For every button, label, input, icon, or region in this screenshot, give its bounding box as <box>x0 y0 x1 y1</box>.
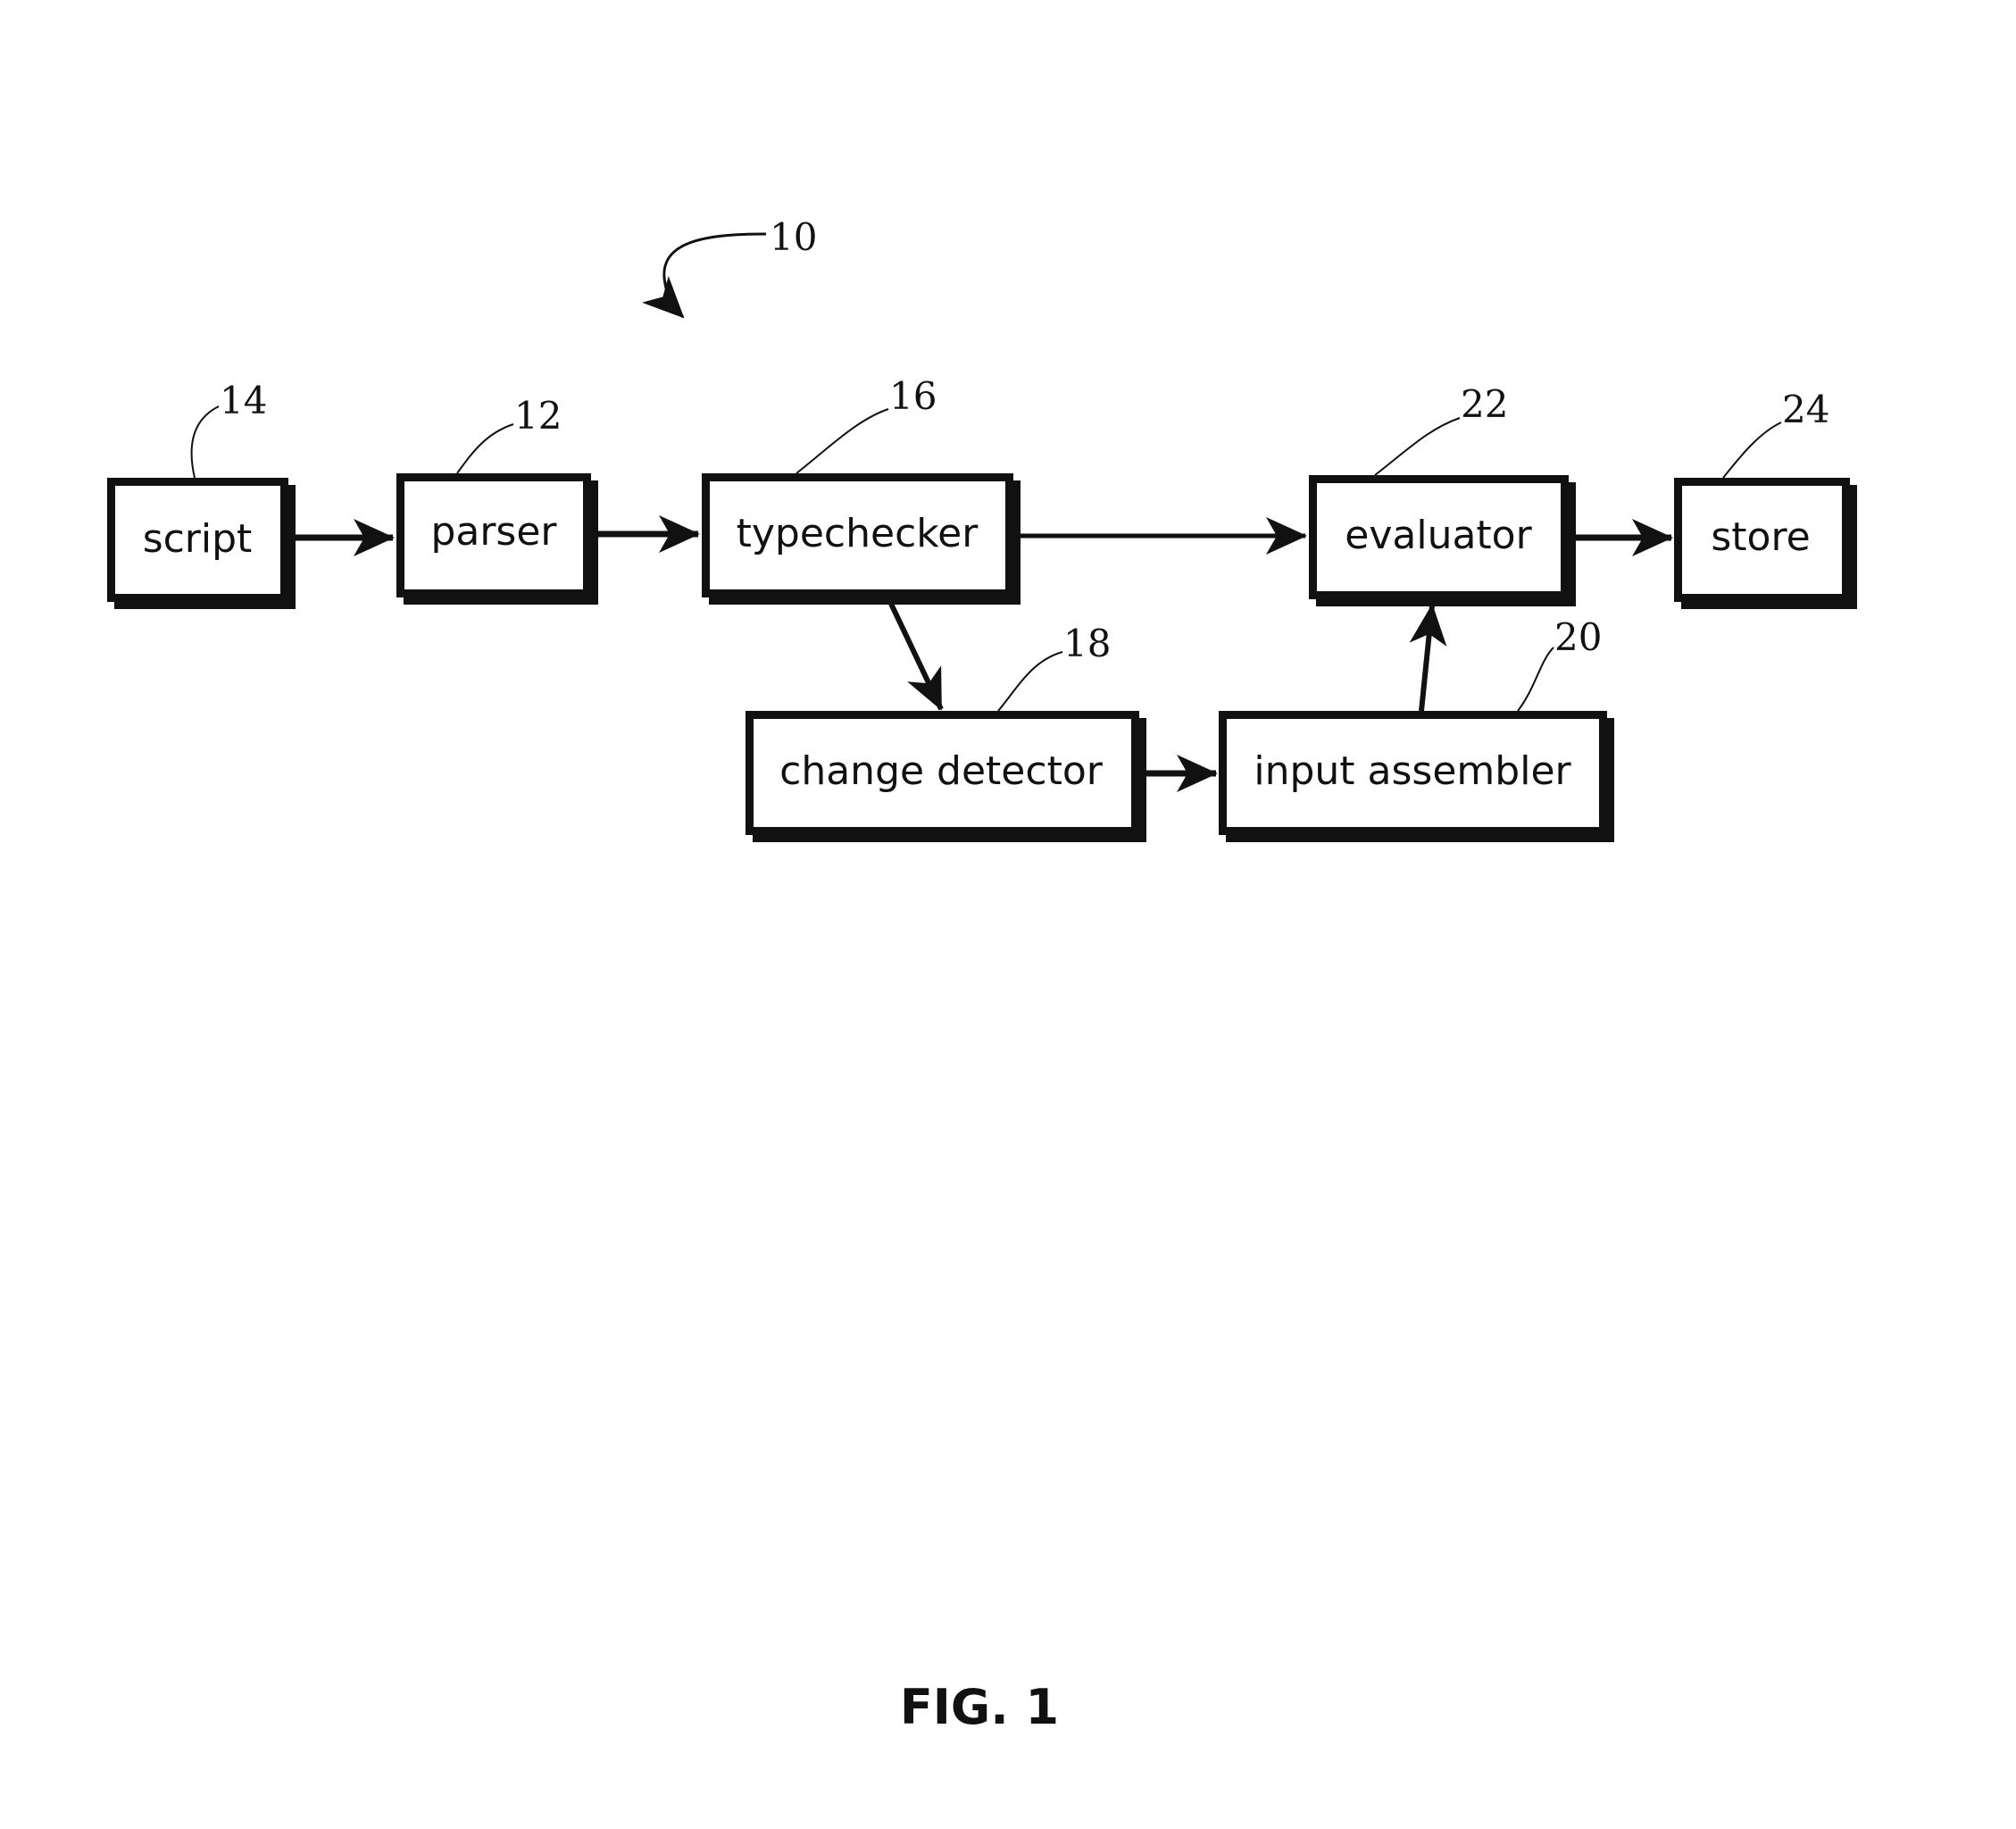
block-label: parser <box>430 509 557 555</box>
ref-number-18: 18 <box>1063 622 1111 665</box>
figure-caption: FIG. 1 <box>900 1679 1059 1735</box>
ref-number-24: 24 <box>1782 388 1829 431</box>
leader-line-18 <box>997 651 1063 712</box>
leader-line-20 <box>1517 647 1554 712</box>
block-label: evaluator <box>1345 513 1532 558</box>
leader-line-24 <box>1722 422 1782 479</box>
block-label: store <box>1711 514 1810 560</box>
block-typechecker: typechecker <box>702 473 1020 605</box>
block-label: script <box>143 516 253 562</box>
block-label: input assembler <box>1254 748 1571 794</box>
block-label: typechecker <box>737 511 979 556</box>
system-reference: 10 <box>642 215 817 319</box>
ref-number-22: 22 <box>1461 382 1508 426</box>
leader-line-22 <box>1374 417 1461 476</box>
leader-line-14 <box>190 405 220 479</box>
ref-number-20: 20 <box>1554 615 1602 659</box>
arrow-input-assembler-to-evaluator <box>1409 604 1447 712</box>
arrow-typechecker-to-change-detector <box>888 602 944 711</box>
ref-number-16: 16 <box>889 374 937 418</box>
block-change-detector: change detector <box>746 711 1146 842</box>
system-leader-arrow <box>642 232 767 319</box>
block-label: change detector <box>779 748 1104 794</box>
ref-number-12: 12 <box>514 394 562 438</box>
block-input-assembler: input assembler <box>1219 711 1614 842</box>
block-evaluator: evaluator <box>1309 475 1576 606</box>
block-parser: parser <box>396 473 598 605</box>
block-diagram: 10 script 14 parser 12 typechecker 16 ev… <box>107 215 1857 1735</box>
leader-line-16 <box>796 408 889 474</box>
ref-number-14: 14 <box>220 379 267 422</box>
block-store: store <box>1674 478 1857 609</box>
leader-line-12 <box>456 423 514 474</box>
system-ref-number: 10 <box>770 215 817 259</box>
block-script: script <box>107 478 296 609</box>
